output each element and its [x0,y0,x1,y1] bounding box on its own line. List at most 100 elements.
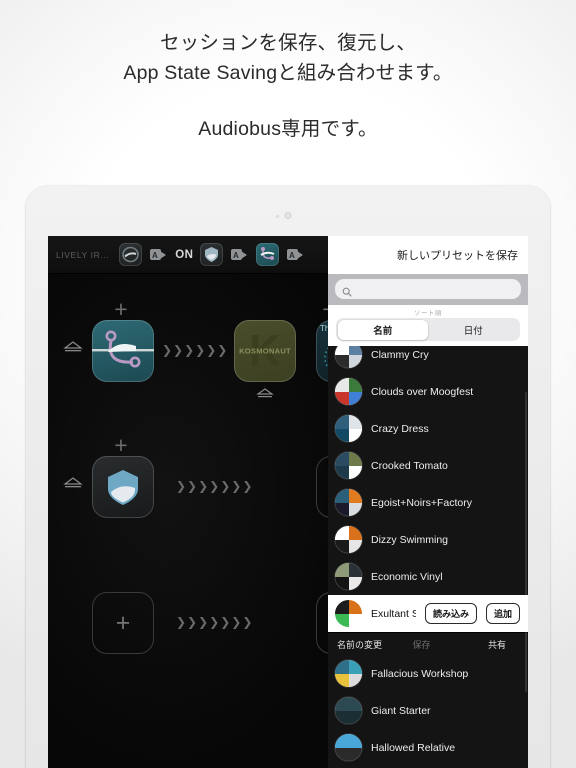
preset-row[interactable]: Clouds over Moogfest [328,373,528,410]
signal-chain-row-3: + ❯❯❯❯❯❯❯ + [48,554,378,690]
preset-row[interactable]: Economic Vinyl [328,558,528,595]
preset-name: Exultant S... [371,607,416,620]
avatar-quadrant [335,526,349,540]
avatar-quadrant [335,452,349,466]
preset-name: Crazy Dress [371,422,429,435]
add-input-button-row1[interactable]: + [108,298,134,321]
preset-name: Fallacious Workshop [371,667,469,680]
preset-avatar-icon [335,526,362,553]
effect-app-slot-row1[interactable]: K KOSMONAUT [234,320,296,382]
avatar-quadrant [335,600,349,614]
rename-preset-button[interactable]: 名前の変更 [328,638,393,651]
avatar-quadrant [335,415,349,429]
audiobus-canvas[interactable]: LIVELY IR... A ON A A + ❯❯❯❯❯❯ K KOSMONA… [48,236,378,768]
save-new-preset-button[interactable]: 新しいプリセットを保存 [397,247,518,263]
preset-avatar-icon [335,660,362,687]
avatar-quadrant [335,346,349,355]
avatar-quadrant [348,576,362,590]
preset-row[interactable]: Clammy Cry [328,346,528,373]
preset-list-scrollbar[interactable] [524,392,527,692]
avatar-quadrant [348,415,362,429]
input-app-slot-row2[interactable] [92,456,154,518]
avatar-quadrant [348,563,362,577]
preset-avatar-icon [335,452,362,479]
sort-segmented-control[interactable]: 名前 日付 [336,318,520,341]
preset-name: Clammy Cry [371,348,429,361]
preset-row[interactable]: Giant Starter [328,692,528,729]
avatar-quadrant [335,354,349,368]
eject-input-button-row1[interactable] [62,340,84,354]
search-band [328,274,528,305]
marketing-line-1: セッションを保存、復元し、 [159,32,417,54]
avatar-quadrant [335,502,349,516]
avatar-quadrant [348,354,362,368]
toolbar-app-icon-2[interactable] [200,243,224,266]
input-app-slot-row1[interactable] [92,320,154,382]
avatar-quadrant [348,502,362,516]
preset-avatar-icon [335,697,362,724]
preset-list[interactable]: Clammy Cry Clouds over Moogfest Crazy Dres… [328,346,528,768]
avatar-quadrant [335,378,349,392]
add-preset-button[interactable]: 追加 [485,603,520,624]
preset-name: Egoist+Noirs+Factory [371,496,472,509]
svg-text:A: A [233,251,239,260]
preset-avatar-icon [335,415,362,442]
avatar-quadrant [348,710,362,724]
avatar-quadrant [335,734,349,748]
preset-avatar-icon [335,489,362,516]
avatar-quadrant [348,526,362,540]
preset-row[interactable]: Crazy Dress [328,410,528,447]
preset-row[interactable]: Dizzy Swimming [328,521,528,558]
avatar-quadrant [348,613,362,627]
app-state-saving-badge-3[interactable]: A [286,247,305,263]
avatar-quadrant [335,489,349,503]
avatar-quadrant [348,660,362,674]
add-input-slot-row3[interactable]: + [92,592,154,654]
toolbar-app-icon-1[interactable] [119,243,143,266]
search-input[interactable] [357,283,514,295]
avatar-quadrant [335,660,349,674]
sort-option-name[interactable]: 名前 [337,319,428,340]
signal-chain-row-1: + ❯❯❯❯❯❯ K KOSMONAUT [48,282,378,418]
connector-arrows-row2: ❯❯❯❯❯❯❯ [176,479,254,493]
avatar-quadrant [348,600,362,614]
load-preset-button[interactable]: 読み込み [424,603,477,624]
avatar-quadrant [335,563,349,577]
connector-arrows-row3: ❯❯❯❯❯❯❯ [176,615,254,629]
avatar-quadrant [348,489,362,503]
avatar-quadrant [335,673,349,687]
add-input-button-row2[interactable]: + [108,434,134,457]
eject-input-button-row2[interactable] [62,476,84,490]
preset-action-bar: 名前の変更 保存 共有 [328,632,528,655]
avatar-quadrant [335,697,349,711]
preset-row[interactable]: Hallowed Relative [328,729,528,766]
avatar-quadrant [348,734,362,748]
toolbar-app-icon-3[interactable] [256,243,280,266]
ambient-sensor-dot [276,215,279,218]
avatar-quadrant [348,539,362,553]
eject-effect-button-row1[interactable] [254,386,276,398]
search-field[interactable] [335,279,521,299]
save-preset-button[interactable]: 保存 [393,638,449,651]
ipad-device-frame: LIVELY IR... A ON A A + ❯❯❯❯❯❯ K KOSMONA… [26,186,550,768]
avatar-quadrant [348,697,362,711]
preset-panel: 新しいプリセットを保存 ソート順 名前 日付 Clammy Cry Clouds… [328,236,528,768]
preset-row[interactable]: Fallacious Workshop [328,655,528,692]
avatar-quadrant [335,465,349,479]
canvas-toolbar: LIVELY IR... A ON A A [48,236,328,274]
marketing-line-2: App State Savingと組み合わせます。 [123,62,453,84]
share-preset-button[interactable]: 共有 [450,638,528,651]
avatar-quadrant [348,378,362,392]
preset-row[interactable]: Exultant S... 読み込み追加 [328,595,528,632]
avatar-quadrant [335,391,349,405]
kosmonaut-label: KOSMONAUT [239,346,291,356]
app-state-saving-badge-1[interactable]: A [149,247,168,263]
preset-avatar-icon [335,346,362,368]
app-state-saving-badge-2[interactable]: A [230,247,249,263]
avatar-quadrant [335,747,349,761]
svg-text:A: A [289,251,295,260]
preset-row[interactable]: Egoist+Noirs+Factory [328,484,528,521]
sort-option-date[interactable]: 日付 [428,320,519,340]
front-camera-icon [284,212,292,219]
preset-row[interactable]: Crooked Tomato [328,447,528,484]
